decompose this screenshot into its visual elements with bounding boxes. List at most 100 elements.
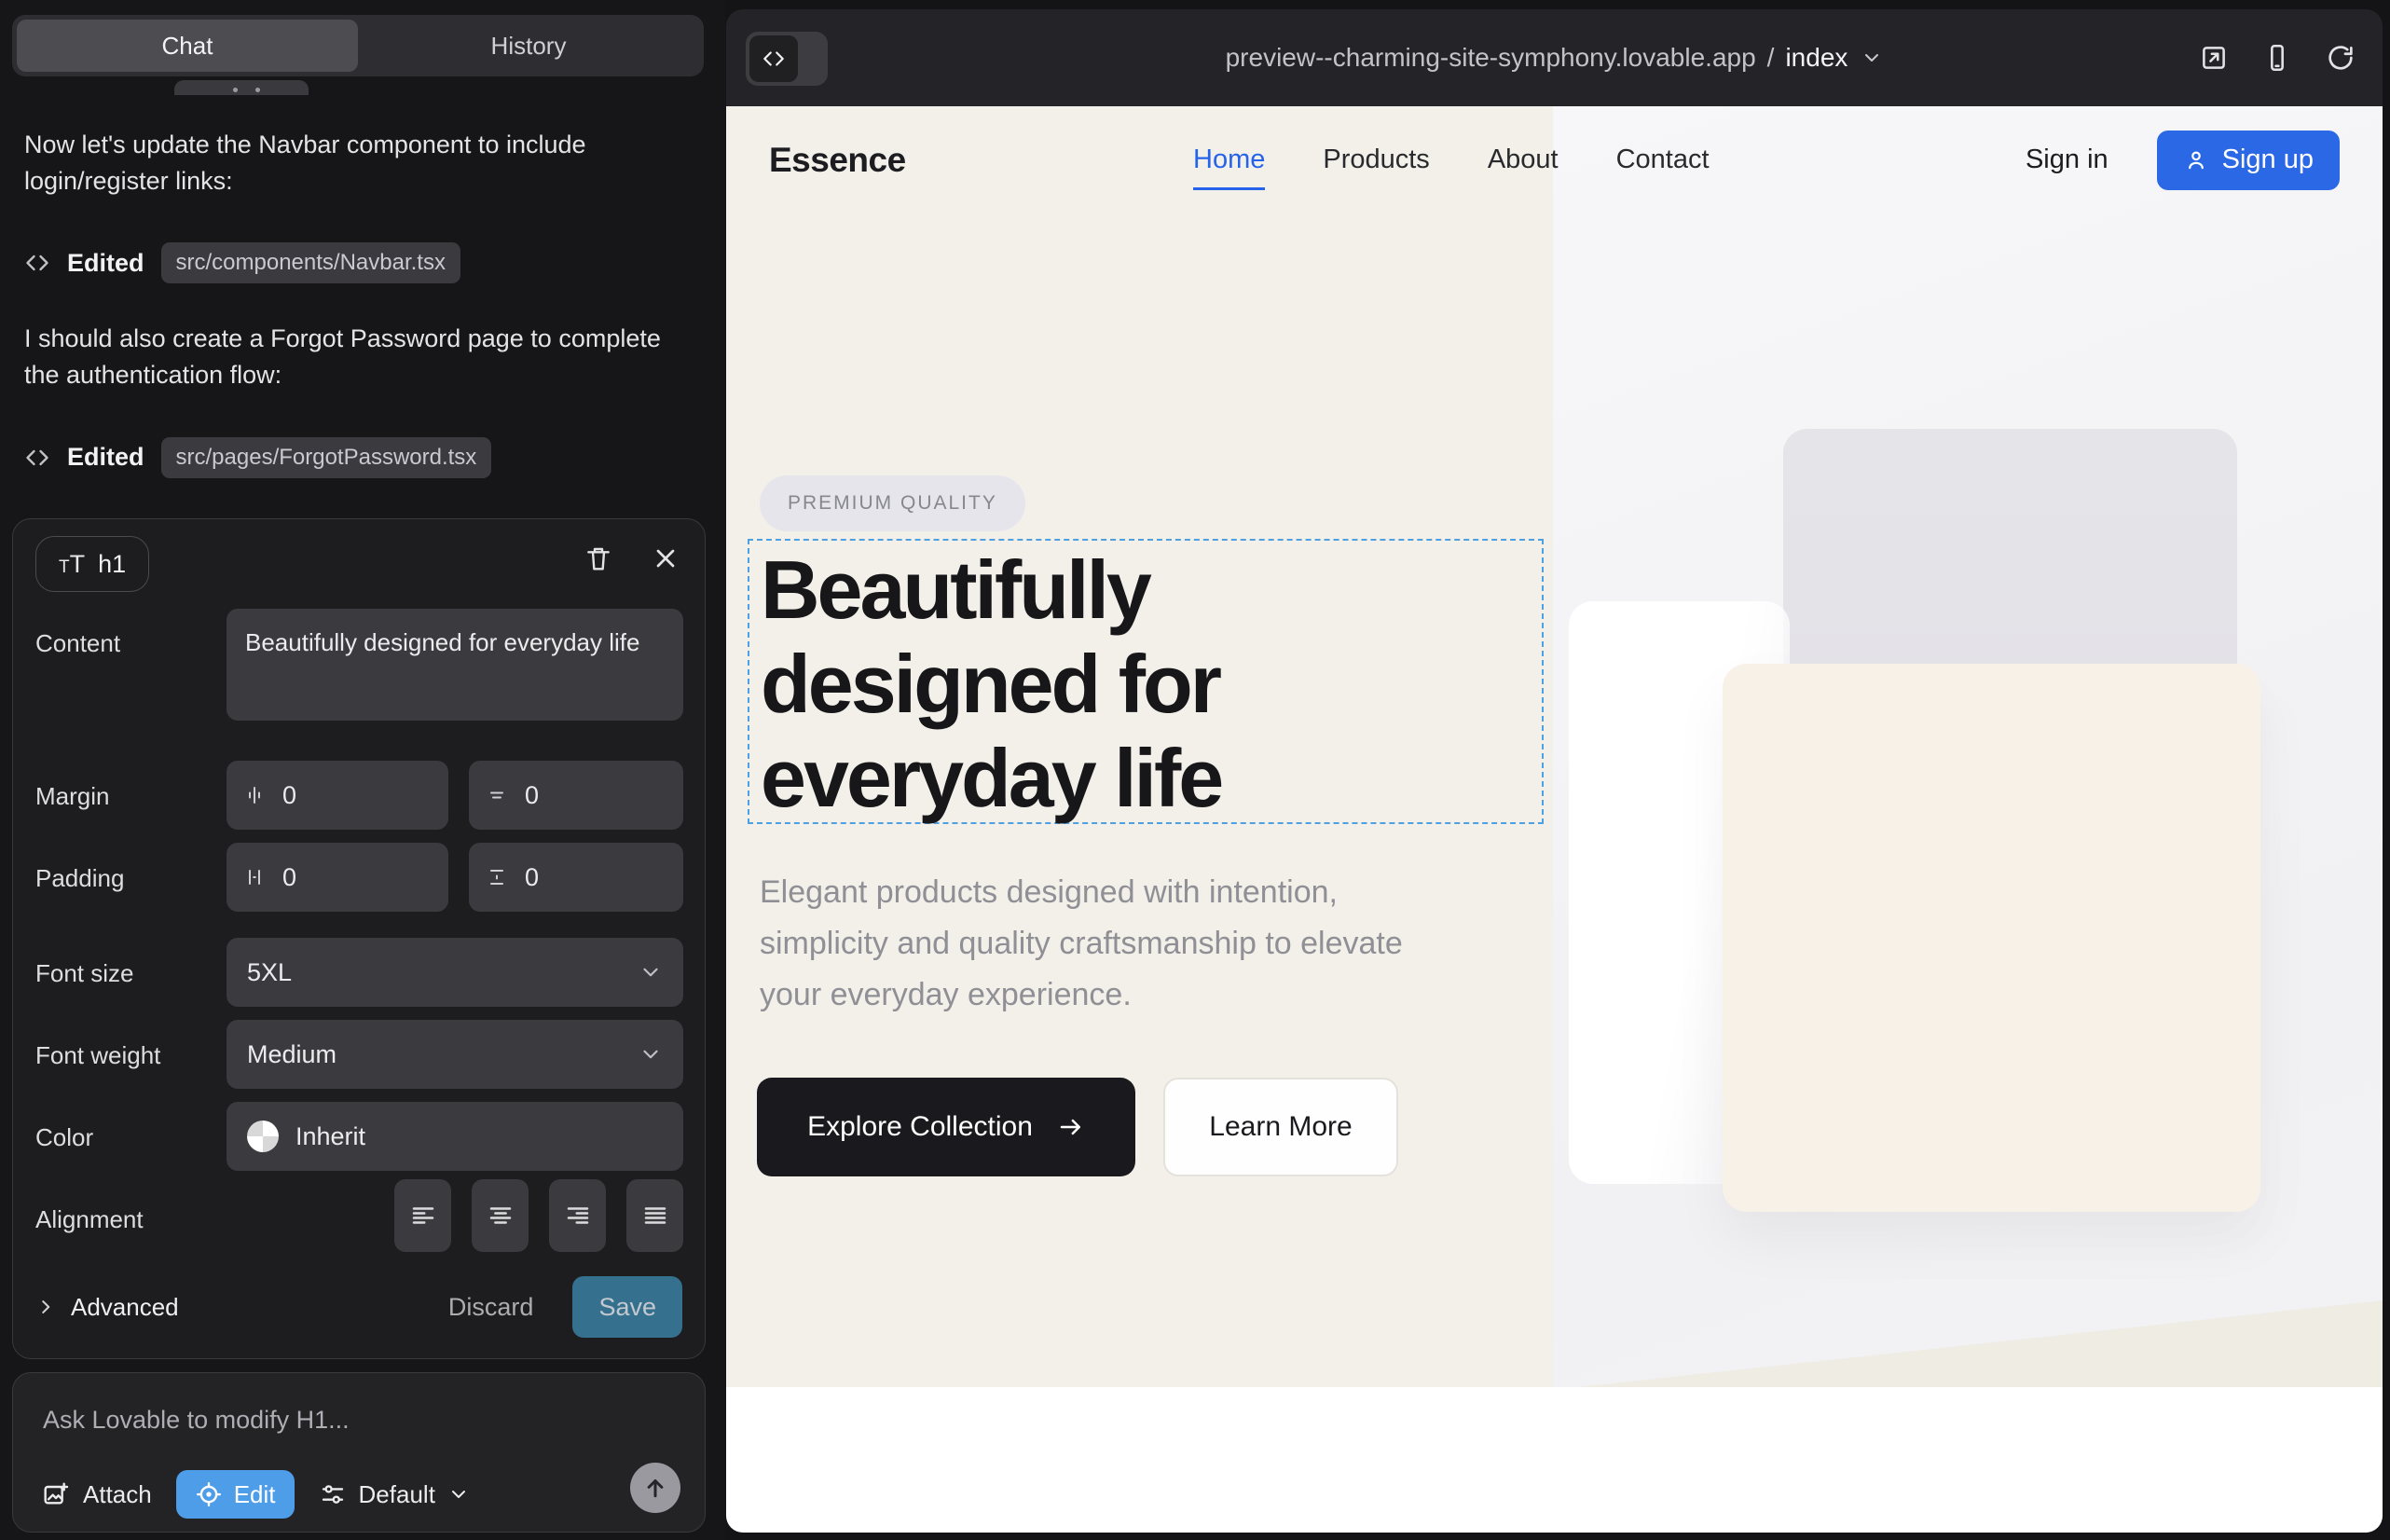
target-icon <box>195 1480 223 1508</box>
margin-x-field[interactable] <box>227 761 448 830</box>
padding-y-field[interactable] <box>469 843 683 912</box>
tab-bar: Chat History <box>12 15 704 76</box>
chevron-down-icon <box>639 960 663 984</box>
padding-label: Padding <box>35 864 124 893</box>
url-host: preview--charming-site-symphony.lovable.… <box>1226 43 1756 73</box>
attach-image-icon <box>41 1479 71 1509</box>
attach-label: Attach <box>83 1480 152 1509</box>
mobile-view-button[interactable] <box>2261 42 2293 74</box>
site-logo[interactable]: Essence <box>769 106 906 213</box>
chevron-down-icon <box>447 1483 470 1506</box>
font-weight-label: Font weight <box>35 1041 160 1070</box>
margin-label: Margin <box>35 782 109 811</box>
edit-mode-button[interactable]: Edit <box>176 1470 295 1519</box>
hero-cta-row: Explore Collection Learn More <box>757 1078 1398 1176</box>
align-center-icon <box>487 1202 515 1230</box>
send-button[interactable] <box>630 1463 680 1513</box>
padding-x-field[interactable] <box>227 843 448 912</box>
element-tag: h1 <box>98 550 126 579</box>
discard-button[interactable]: Discard <box>443 1292 540 1323</box>
padding-vertical-icon <box>486 866 508 888</box>
mode-label: Default <box>359 1480 435 1509</box>
padding-y-input[interactable] <box>523 862 635 893</box>
align-left-button[interactable] <box>394 1179 451 1252</box>
nav-link-contact[interactable]: Contact <box>1616 144 1710 175</box>
margin-y-field[interactable] <box>469 761 683 830</box>
font-weight-select[interactable]: Medium <box>227 1020 683 1089</box>
chevron-right-icon <box>35 1297 56 1317</box>
nav-links: Home Products About Contact <box>1193 106 1710 213</box>
color-label: Color <box>35 1123 93 1152</box>
font-size-select[interactable]: 5XL <box>227 938 683 1007</box>
close-icon <box>651 543 680 573</box>
margin-y-input[interactable] <box>523 780 635 811</box>
advanced-toggle[interactable]: Advanced <box>35 1293 179 1322</box>
content-label: Content <box>35 629 120 658</box>
hero-description: Elegant products designed with intention… <box>760 867 1468 1021</box>
close-panel-button[interactable] <box>651 543 680 573</box>
edited-label: Edited <box>67 443 144 472</box>
color-select[interactable]: Inherit <box>227 1102 683 1171</box>
align-justify-button[interactable] <box>626 1179 683 1252</box>
padding-horizontal-icon <box>243 866 266 888</box>
attach-button[interactable]: Attach <box>41 1479 152 1509</box>
align-right-button[interactable] <box>549 1179 606 1252</box>
hero-section: Essence Home Products About Contact Sign… <box>726 106 2383 1387</box>
chat-messages: Now let's update the Navbar component to… <box>24 127 690 516</box>
arrow-right-icon <box>1057 1113 1085 1141</box>
save-button[interactable]: Save <box>572 1276 682 1338</box>
open-external-icon <box>2198 42 2230 74</box>
app-window: Chat History Now let's update the Navbar… <box>0 0 2390 1540</box>
content-input[interactable]: Beautifully designed for everyday life <box>227 609 683 721</box>
preview-browser: preview--charming-site-symphony.lovable.… <box>726 9 2383 1533</box>
font-weight-value: Medium <box>247 1040 337 1069</box>
site-navbar: Essence Home Products About Contact Sign… <box>726 106 2383 213</box>
nav-link-about[interactable]: About <box>1488 144 1559 175</box>
trash-icon <box>584 543 613 573</box>
padding-x-input[interactable] <box>281 862 392 893</box>
align-center-button[interactable] <box>472 1179 529 1252</box>
delete-element-button[interactable] <box>584 543 613 573</box>
url-page: index <box>1785 43 1847 73</box>
selected-element-outline[interactable]: Beautifully designed for everyday life <box>748 539 1544 824</box>
file-chip[interactable]: src/pages/ForgotPassword.tsx <box>161 437 492 478</box>
browser-chrome: preview--charming-site-symphony.lovable.… <box>726 9 2383 106</box>
text-size-icon: TT <box>59 550 85 579</box>
align-justify-icon <box>641 1202 669 1230</box>
font-size-label: Font size <box>35 959 134 988</box>
composer-toolbar: Attach Edit Default <box>41 1468 470 1520</box>
sign-up-button[interactable]: Sign up <box>2157 131 2340 190</box>
element-editor-panel: TT h1 Content Beautifully designed for e… <box>12 518 706 1359</box>
chevron-down-icon <box>639 1042 663 1066</box>
mode-select[interactable]: Default <box>319 1480 470 1509</box>
sign-up-label: Sign up <box>2222 144 2314 175</box>
composer-input[interactable] <box>41 1394 656 1446</box>
panel-footer: Advanced Discard Save <box>13 1271 705 1343</box>
hero-heading[interactable]: Beautifully designed for everyday life <box>761 543 1221 825</box>
url-separator: / <box>1767 43 1775 73</box>
site-viewport: Essence Home Products About Contact Sign… <box>726 106 2383 1533</box>
mobile-icon <box>2261 42 2293 74</box>
nav-link-home[interactable]: Home <box>1193 144 1265 175</box>
sign-in-link[interactable]: Sign in <box>2026 144 2108 175</box>
font-size-value: 5XL <box>247 958 292 987</box>
edit-label: Edit <box>234 1480 276 1509</box>
margin-vertical-icon <box>486 784 508 806</box>
element-tag-pill[interactable]: TT h1 <box>35 536 149 592</box>
alignment-group <box>394 1179 683 1252</box>
color-value: Inherit <box>295 1122 365 1151</box>
url-bar[interactable]: preview--charming-site-symphony.lovable.… <box>726 9 2383 106</box>
explore-collection-button[interactable]: Explore Collection <box>757 1078 1135 1176</box>
learn-more-button[interactable]: Learn More <box>1163 1078 1398 1176</box>
tab-history[interactable]: History <box>358 20 699 72</box>
nav-link-products[interactable]: Products <box>1323 144 1429 175</box>
file-chip[interactable]: src/components/Navbar.tsx <box>161 242 460 283</box>
refresh-button[interactable] <box>2325 42 2356 74</box>
color-swatch <box>247 1121 279 1152</box>
tab-chat[interactable]: Chat <box>17 20 358 72</box>
hero-badge: PREMIUM QUALITY <box>760 475 1025 531</box>
file-edit-row: Edited src/components/Navbar.tsx <box>24 242 690 283</box>
margin-x-input[interactable] <box>281 780 392 811</box>
alignment-label: Alignment <box>35 1205 144 1234</box>
open-external-button[interactable] <box>2198 42 2230 74</box>
